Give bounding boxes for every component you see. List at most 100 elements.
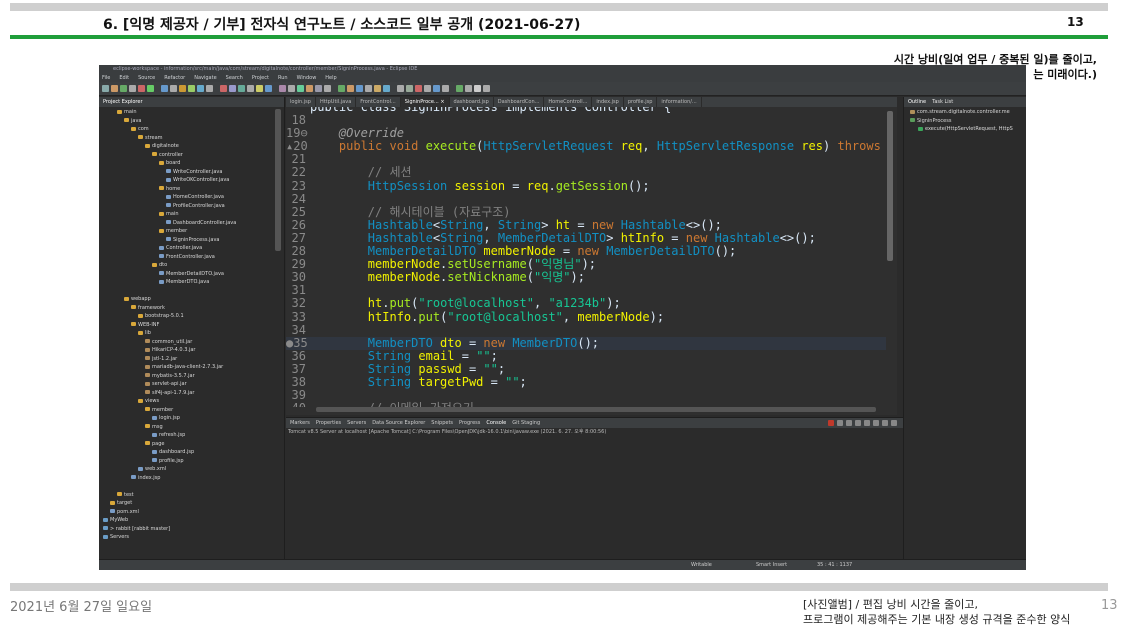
- toolbar-button-icon[interactable]: [179, 85, 186, 92]
- tree-item[interactable]: FrontController.java: [99, 253, 284, 262]
- minimize-icon[interactable]: [882, 420, 888, 426]
- tree-item[interactable]: WriteController.java: [99, 168, 284, 177]
- menu-item-project[interactable]: Project: [252, 74, 269, 82]
- tree-item[interactable]: dashboard.jsp: [99, 448, 284, 457]
- tree-item[interactable]: refresh.jsp: [99, 431, 284, 440]
- toolbar-button-icon[interactable]: [129, 85, 136, 92]
- toolbar-button-icon[interactable]: [397, 85, 404, 92]
- tree-item[interactable]: WriteOKController.java: [99, 176, 284, 185]
- editor-tab[interactable]: information/...: [657, 97, 702, 107]
- tree-item[interactable]: main: [99, 108, 284, 117]
- toolbar-button-icon[interactable]: [206, 85, 213, 92]
- tree-item[interactable]: board: [99, 159, 284, 168]
- tree-item[interactable]: MemberDetailDTO.java: [99, 270, 284, 279]
- toolbar-button-icon[interactable]: [288, 85, 295, 92]
- toolbar-button-icon[interactable]: [229, 85, 236, 92]
- tree-item[interactable]: > rabbit [rabbit master]: [99, 525, 284, 534]
- menu-item-window[interactable]: Window: [297, 74, 317, 82]
- tree-item[interactable]: MemberDTO.java: [99, 278, 284, 287]
- tree-item[interactable]: Servers: [99, 533, 284, 542]
- tree-item[interactable]: lib: [99, 329, 284, 338]
- editor-vertical-scrollbar[interactable]: [887, 111, 893, 261]
- toolbar-button-icon[interactable]: [324, 85, 331, 92]
- outline-item[interactable]: com.stream.digitalnote.controller.me: [904, 108, 1026, 117]
- toolbar-button-icon[interactable]: [424, 85, 431, 92]
- tree-item[interactable]: test: [99, 491, 284, 500]
- toolbar-button-icon[interactable]: [365, 85, 372, 92]
- editor-tab[interactable]: login.jsp: [286, 97, 316, 107]
- toolbar-button-icon[interactable]: [220, 85, 227, 92]
- open-console-icon[interactable]: [873, 420, 879, 426]
- toolbar-button-icon[interactable]: [465, 85, 472, 92]
- tree-item[interactable]: mybatis-3.5.7.jar: [99, 372, 284, 381]
- tree-item[interactable]: WEB-INF: [99, 321, 284, 330]
- console-tab[interactable]: Properties: [316, 418, 341, 428]
- tree-item[interactable]: web.xml: [99, 465, 284, 474]
- tree-item[interactable]: member: [99, 227, 284, 236]
- pin-console-icon[interactable]: [864, 420, 870, 426]
- tree-item[interactable]: HomeController.java: [99, 193, 284, 202]
- tree-item[interactable]: framework: [99, 304, 284, 313]
- toolbar-button-icon[interactable]: [297, 85, 304, 92]
- toolbar-button-icon[interactable]: [356, 85, 363, 92]
- tree-item[interactable]: mariadb-java-client-2.7.3.jar: [99, 363, 284, 372]
- editor-tab[interactable]: dashboard.jsp: [450, 97, 494, 107]
- console-tab[interactable]: Servers: [347, 418, 366, 428]
- toolbar-button-icon[interactable]: [247, 85, 254, 92]
- editor-tab[interactable]: SigninProce... ×: [400, 97, 450, 107]
- tree-item[interactable]: index.jsp: [99, 474, 284, 483]
- console-tab[interactable]: Console: [486, 418, 506, 428]
- toolbar-button-icon[interactable]: [147, 85, 154, 92]
- tree-item[interactable]: dto: [99, 261, 284, 270]
- editor-tab[interactable]: index.jsp: [592, 97, 624, 107]
- tree-item[interactable]: SigninProcess.java: [99, 236, 284, 245]
- editor-tab[interactable]: HttpUtil.java: [316, 97, 357, 107]
- toolbar-button-icon[interactable]: [256, 85, 263, 92]
- toolbar-button-icon[interactable]: [265, 85, 272, 92]
- tree-item[interactable]: java: [99, 117, 284, 126]
- toolbar-button-icon[interactable]: [456, 85, 463, 92]
- toolbar-button-icon[interactable]: [238, 85, 245, 92]
- tree-item[interactable]: com: [99, 125, 284, 134]
- menu-item-help[interactable]: Help: [325, 74, 336, 82]
- project-explorer-scrollbar[interactable]: [275, 109, 281, 251]
- tree-item[interactable]: webapp: [99, 295, 284, 304]
- console-tab[interactable]: Markers: [290, 418, 310, 428]
- tree-item[interactable]: ProfileController.java: [99, 202, 284, 211]
- menu-item-edit[interactable]: Edit: [119, 74, 129, 82]
- editor-tab[interactable]: DashboardCon...: [494, 97, 545, 107]
- tree-item[interactable]: jstl-1.2.jar: [99, 355, 284, 364]
- menu-item-search[interactable]: Search: [226, 74, 243, 82]
- console-tab[interactable]: Data Source Explorer: [372, 418, 425, 428]
- toolbar-button-icon[interactable]: [338, 85, 345, 92]
- tree-item[interactable]: Controller.java: [99, 244, 284, 253]
- menu-item-refactor[interactable]: Refactor: [164, 74, 185, 82]
- toolbar-button-icon[interactable]: [374, 85, 381, 92]
- tree-item[interactable]: member: [99, 406, 284, 415]
- toolbar-button-icon[interactable]: [406, 85, 413, 92]
- tab-project-explorer[interactable]: Project Explorer: [103, 97, 143, 107]
- tree-item[interactable]: main: [99, 210, 284, 219]
- menu-item-navigate[interactable]: Navigate: [194, 74, 216, 82]
- tree-item[interactable]: msg: [99, 423, 284, 432]
- tree-item[interactable]: bootstrap-5.0.1: [99, 312, 284, 321]
- outline-item[interactable]: execute(HttpServletRequest, HttpS: [904, 125, 1026, 134]
- toolbar-button-icon[interactable]: [483, 85, 490, 92]
- toolbar-button-icon[interactable]: [347, 85, 354, 92]
- remove-launch-icon[interactable]: [837, 420, 843, 426]
- console-tab[interactable]: Git Staging: [512, 418, 540, 428]
- editor-horizontal-scrollbar[interactable]: [316, 407, 876, 412]
- toolbar-button-icon[interactable]: [197, 85, 204, 92]
- toolbar-button-icon[interactable]: [102, 85, 109, 92]
- clear-console-icon[interactable]: [846, 420, 852, 426]
- toolbar-button-icon[interactable]: [279, 85, 286, 92]
- outline-item[interactable]: SigninProcess: [904, 117, 1026, 126]
- toolbar-button-icon[interactable]: [138, 85, 145, 92]
- outline-tab[interactable]: Task List: [932, 97, 953, 107]
- scroll-lock-icon[interactable]: [855, 420, 861, 426]
- tree-item[interactable]: digitalnote: [99, 142, 284, 151]
- tree-item[interactable]: page: [99, 440, 284, 449]
- tree-item[interactable]: login.jsp: [99, 414, 284, 423]
- menu-item-run[interactable]: Run: [278, 74, 288, 82]
- toolbar-button-icon[interactable]: [433, 85, 440, 92]
